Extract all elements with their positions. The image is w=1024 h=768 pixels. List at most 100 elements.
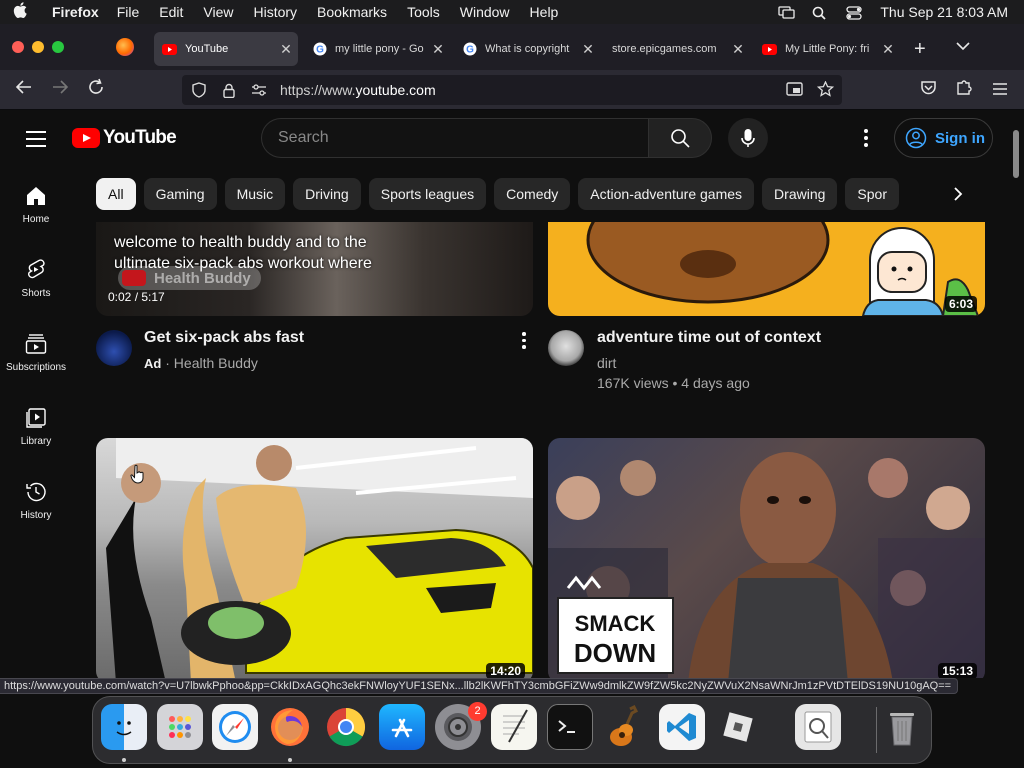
menubar-bookmarks[interactable]: Bookmarks [307, 4, 397, 20]
menubar-edit[interactable]: Edit [149, 4, 193, 20]
bookmark-star-icon[interactable] [816, 80, 835, 102]
video-channel-name[interactable]: Health Buddy [174, 355, 258, 371]
safari-icon[interactable] [212, 704, 258, 750]
close-tab-icon[interactable]: ✕ [430, 41, 446, 58]
video-thumbnail-lamborghini[interactable]: 14:20 [96, 438, 533, 678]
account-circle-icon [905, 127, 927, 149]
smack-text: SMACK [575, 611, 656, 636]
close-tab-icon[interactable]: ✕ [880, 41, 896, 58]
finder-icon[interactable] [101, 704, 147, 750]
chips-next-chevron-icon[interactable] [942, 178, 974, 210]
tab-my-little-pony-youtube[interactable]: My Little Pony: fri ✕ [754, 32, 900, 66]
subscriptions-icon [25, 334, 47, 354]
roblox-icon[interactable] [715, 704, 761, 750]
chrome-icon[interactable] [323, 704, 369, 750]
menubar-help[interactable]: Help [520, 4, 569, 20]
notification-badge: 2 [468, 702, 487, 721]
list-all-tabs-chevron-icon[interactable] [956, 38, 970, 54]
forward-arrow-icon[interactable] [48, 78, 72, 102]
guide-label: Shorts [21, 288, 51, 299]
pocket-icon[interactable] [916, 78, 940, 102]
tab-youtube[interactable]: YouTube ✕ [154, 32, 298, 66]
textedit-icon[interactable] [491, 704, 537, 750]
guide-menu-icon[interactable] [26, 131, 46, 152]
chip-sports-leagues[interactable]: Sports leagues [368, 178, 487, 210]
video-channel-name[interactable]: dirt [597, 355, 616, 371]
url-bar[interactable]: https://www.youtube.com [182, 75, 842, 105]
tracking-protection-shield-icon[interactable] [186, 81, 212, 99]
search-input[interactable] [262, 119, 648, 157]
screen-mirror-icon[interactable] [778, 5, 796, 19]
zoom-window-button[interactable] [52, 41, 64, 53]
extensions-puzzle-icon[interactable] [952, 78, 976, 102]
menubar-window[interactable]: Window [450, 4, 520, 20]
tab-epic-games-store[interactable]: store.epicgames.com ✕ [604, 32, 750, 66]
menubar-tools[interactable]: Tools [397, 4, 450, 20]
chip-action-adventure-games[interactable]: Action-adventure games [578, 178, 755, 210]
guide-item-library[interactable]: Library [0, 392, 72, 466]
garageband-icon[interactable] [603, 704, 649, 750]
voice-search-button[interactable] [728, 118, 768, 158]
app-store-icon[interactable] [379, 704, 425, 750]
menubar-file[interactable]: File [107, 4, 150, 20]
lock-icon[interactable] [216, 81, 242, 99]
chip-all[interactable]: All [96, 178, 136, 210]
tab-title: my little pony - Go [335, 43, 424, 55]
firefox-icon[interactable] [267, 704, 313, 750]
terminal-icon[interactable] [547, 704, 593, 750]
menubar-clock[interactable]: Thu Sep 21 8:03 AM [880, 4, 1008, 20]
channel-avatar-dirt[interactable] [548, 330, 584, 366]
video-more-actions-icon[interactable] [520, 332, 528, 350]
tab-my-little-pony-google[interactable]: G my little pony - Go ✕ [304, 32, 450, 66]
reload-icon[interactable] [84, 78, 108, 102]
settings-more-icon[interactable] [856, 126, 876, 150]
chip-gaming[interactable]: Gaming [143, 178, 217, 210]
firefox-view-icon[interactable] [116, 38, 134, 56]
channel-avatar-health-buddy[interactable] [96, 330, 132, 366]
guide-item-home[interactable]: Home [0, 170, 72, 244]
guide-item-subscriptions[interactable]: Subscriptions [0, 318, 72, 392]
url-host: youtube.com [355, 82, 436, 98]
chip-comedy[interactable]: Comedy [494, 178, 571, 210]
mini-guide: Home Shorts Subscriptions Library Histor… [0, 170, 72, 540]
youtube-play-logo-icon [72, 128, 100, 148]
video-title[interactable]: adventure time out of context [597, 329, 821, 347]
close-tab-icon[interactable]: ✕ [580, 41, 596, 58]
tab-title: What is copyright [485, 43, 570, 55]
close-tab-icon[interactable]: ✕ [730, 41, 746, 58]
menubar-history[interactable]: History [243, 4, 307, 20]
app-menu-hamburger-icon[interactable] [988, 78, 1012, 102]
youtube-logo[interactable]: YouTube [72, 127, 177, 149]
back-arrow-icon[interactable] [12, 78, 36, 102]
close-tab-icon[interactable]: ✕ [278, 41, 294, 58]
chip-driving[interactable]: Driving [293, 178, 361, 210]
video-thumbnail-smackdown[interactable]: SMACK DOWN 15:13 [548, 438, 985, 678]
search-button[interactable] [648, 118, 712, 158]
sign-in-button[interactable]: Sign in [894, 118, 993, 158]
picture-in-picture-icon[interactable] [786, 81, 803, 102]
trash-icon[interactable] [879, 704, 925, 750]
guide-item-history[interactable]: History [0, 466, 72, 540]
video-title[interactable]: Get six-pack abs fast [144, 329, 304, 347]
preview-icon[interactable] [795, 704, 841, 750]
menubar-app-name[interactable]: Firefox [40, 4, 99, 20]
tab-copyright-google[interactable]: G What is copyright ✕ [454, 32, 600, 66]
page-scrollbar-thumb[interactable] [1013, 130, 1019, 178]
apple-menu-icon[interactable] [0, 1, 40, 23]
chip-drawing[interactable]: Drawing [762, 178, 838, 210]
close-window-button[interactable] [12, 41, 24, 53]
chip-music[interactable]: Music [224, 178, 286, 210]
chip-sports[interactable]: Spor [845, 178, 899, 210]
minimize-window-button[interactable] [32, 41, 44, 53]
spotlight-search-icon[interactable] [812, 6, 828, 20]
launchpad-icon[interactable] [157, 704, 203, 750]
url-text[interactable]: https://www.youtube.com [280, 82, 436, 98]
guide-item-shorts[interactable]: Shorts [0, 244, 72, 318]
menubar-view[interactable]: View [193, 4, 243, 20]
vscode-icon[interactable] [659, 704, 705, 750]
control-center-icon[interactable] [846, 5, 863, 20]
new-tab-plus-icon[interactable]: + [914, 38, 926, 61]
site-permissions-icon[interactable] [246, 81, 272, 99]
video-thumbnail-adventure-time[interactable]: 6:03 [548, 222, 985, 316]
video-thumbnail-ad[interactable]: welcome to health buddy and to the ultim… [96, 222, 533, 316]
